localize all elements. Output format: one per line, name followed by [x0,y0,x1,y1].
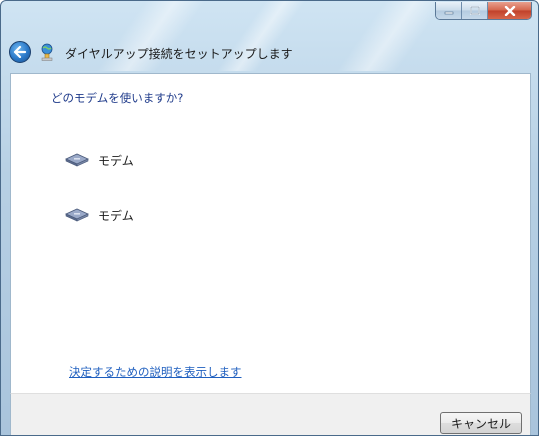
footer-bar: キャンセル [10,393,531,435]
back-arrow-icon [13,46,27,58]
modem-option-label: モデム [98,208,134,223]
network-wizard-icon [41,43,53,61]
close-icon [504,5,515,16]
help-link[interactable]: 決定するための説明を表示します [69,364,242,380]
modem-option-label: モデム [98,153,134,168]
question-heading: どのモデムを使いますか? [51,91,184,105]
back-button[interactable] [9,41,31,63]
modem-icon [65,208,89,222]
cancel-button[interactable]: キャンセル [440,412,522,434]
caption-buttons [435,2,532,20]
maximize-icon [469,6,480,15]
title-bar[interactable] [1,1,538,31]
minimize-button[interactable] [436,2,461,19]
wizard-window: ダイヤルアップ接続をセットアップします どのモデムを使いますか? モデム モデム… [0,0,539,436]
modem-option[interactable]: モデム [64,204,204,226]
minimize-icon [444,11,453,14]
maximize-button[interactable] [461,2,487,19]
close-button[interactable] [487,2,531,19]
navigation-row: ダイヤルアップ接続をセットアップします [1,31,538,71]
modem-option[interactable]: モデム [64,149,204,171]
modem-icon [65,153,89,167]
wizard-title: ダイヤルアップ接続をセットアップします [65,47,293,61]
content-panel: どのモデムを使いますか? モデム モデム 決定するための説明を表示します [10,73,531,393]
